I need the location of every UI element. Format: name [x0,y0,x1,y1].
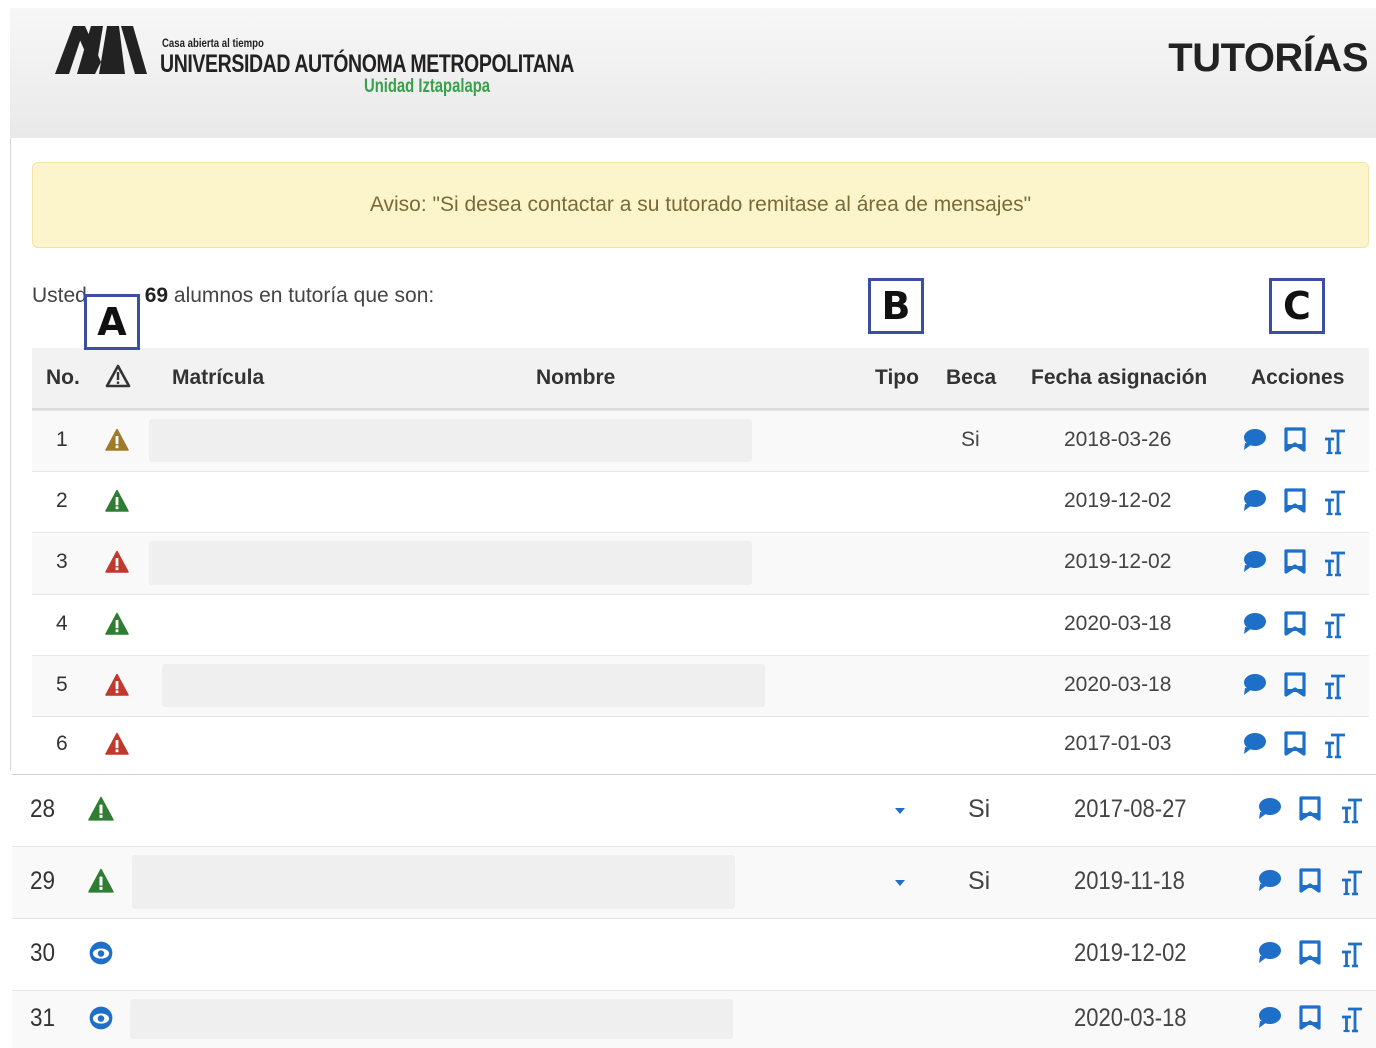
bookmark-icon[interactable] [1283,671,1307,698]
row-number: 4 [56,611,68,635]
text-size-icon[interactable] [1340,940,1364,968]
fecha-asignacion: 2019-12-02 [1064,550,1172,574]
header-acciones: Acciones [1251,366,1345,389]
bookmark-icon[interactable] [1283,426,1307,453]
redacted-student-info [162,664,765,707]
fecha-asignacion: 2019-12-02 [1074,939,1187,967]
header-beca[interactable]: Beca [946,366,996,390]
row-number: 31 [30,1004,56,1032]
message-icon[interactable] [1256,940,1282,964]
row-number: 3 [56,550,68,574]
callout-a: A [84,294,140,350]
message-icon[interactable] [1256,868,1282,892]
row-number: 28 [30,795,56,823]
header-tipo[interactable]: Tipo [875,366,919,390]
bookmark-icon[interactable] [1283,549,1307,575]
text-size-icon[interactable] [1340,1005,1364,1033]
fecha-asignacion: 2019-11-18 [1074,867,1185,895]
redacted-student-info [149,419,752,462]
beca-value: Si [961,427,980,451]
status-eye-icon[interactable] [88,1005,114,1031]
summary-prefix: Usted [32,284,87,307]
text-size-icon[interactable] [1323,672,1347,700]
row-number: 6 [56,731,68,755]
status-warning-icon[interactable] [88,796,114,822]
row-number: 1 [56,427,68,451]
message-icon[interactable] [1241,549,1267,573]
message-icon[interactable] [1241,488,1267,512]
bookmark-icon[interactable] [1298,868,1322,894]
fecha-asignacion: 2017-01-03 [1064,731,1172,755]
header-nombre[interactable]: Nombre [536,366,615,390]
notice-text: Aviso: "Si desea contactar a su tutorado… [369,193,1032,216]
app-header: Casa abierta al tiempo UNIVERSIDAD AUTÓN… [10,8,1376,138]
status-eye-icon[interactable] [88,940,114,966]
fecha-asignacion: 2019-12-02 [1064,488,1172,512]
status-warning-icon[interactable] [88,868,114,894]
message-icon[interactable] [1241,611,1267,635]
notice-alert: Aviso: "Si desea contactar a su tutorado… [32,162,1369,248]
header-matricula[interactable]: Matrícula [172,366,264,390]
text-size-icon[interactable] [1323,427,1347,455]
status-warning-icon[interactable] [105,428,129,452]
page-title: TUTORÍAS [1168,36,1368,80]
fecha-asignacion: 2018-03-26 [1064,427,1172,451]
redacted-student-info [132,855,735,909]
redacted-student-info [130,999,733,1039]
fecha-asignacion: 2020-03-18 [1064,672,1172,696]
text-size-icon[interactable] [1323,731,1347,759]
fecha-asignacion: 2020-03-18 [1074,1004,1187,1032]
callout-b: B [868,278,924,334]
bookmark-icon[interactable] [1283,487,1307,514]
row-number: 30 [30,939,56,967]
tipo-dropdown-caret-icon[interactable] [895,880,905,886]
message-icon[interactable] [1241,427,1267,451]
row-number: 5 [56,672,68,696]
message-icon[interactable] [1256,1005,1282,1029]
header-fecha[interactable]: Fecha asignación [1031,366,1207,390]
status-warning-icon[interactable] [105,489,129,513]
bookmark-icon[interactable] [1298,1005,1322,1031]
row-number: 29 [30,867,56,895]
tipo-dropdown-caret-icon[interactable] [895,808,905,814]
status-warning-icon[interactable] [105,612,129,636]
status-warning-icon[interactable] [105,550,129,574]
text-size-icon[interactable] [1323,611,1347,639]
logo-university-name: UNIVERSIDAD AUTÓNOMA METROPOLITANA [160,50,574,78]
status-warning-icon[interactable] [105,673,129,697]
bookmark-icon[interactable] [1283,730,1307,757]
text-size-icon[interactable] [1323,488,1347,516]
logo-tagline: Casa abierta al tiempo [162,36,264,50]
message-icon[interactable] [1241,672,1267,696]
text-size-icon[interactable] [1340,796,1364,824]
content-left-border [10,138,11,770]
message-icon[interactable] [1256,796,1282,820]
callout-c: C [1269,278,1325,334]
text-size-icon[interactable] [1323,549,1347,577]
fecha-asignacion: 2017-08-27 [1074,795,1187,823]
bookmark-icon[interactable] [1298,940,1322,966]
uam-logo-icon [55,26,147,74]
message-icon[interactable] [1241,731,1267,755]
bookmark-icon[interactable] [1298,796,1322,822]
bookmark-icon[interactable] [1283,610,1307,637]
header-warning-icon [105,364,131,393]
row-number: 2 [56,488,68,512]
header-no[interactable]: No. [46,366,80,390]
summary-suffix: alumnos en tutoría que son: [173,284,435,307]
logo-unit-name: Unidad Iztapalapa [364,76,490,97]
status-warning-icon[interactable] [105,732,129,756]
text-size-icon[interactable] [1340,868,1364,896]
fecha-asignacion: 2020-03-18 [1064,611,1172,635]
beca-value: Si [968,795,991,823]
redacted-student-info [149,541,752,585]
summary-count: 69 [144,284,169,307]
beca-value: Si [968,867,991,895]
